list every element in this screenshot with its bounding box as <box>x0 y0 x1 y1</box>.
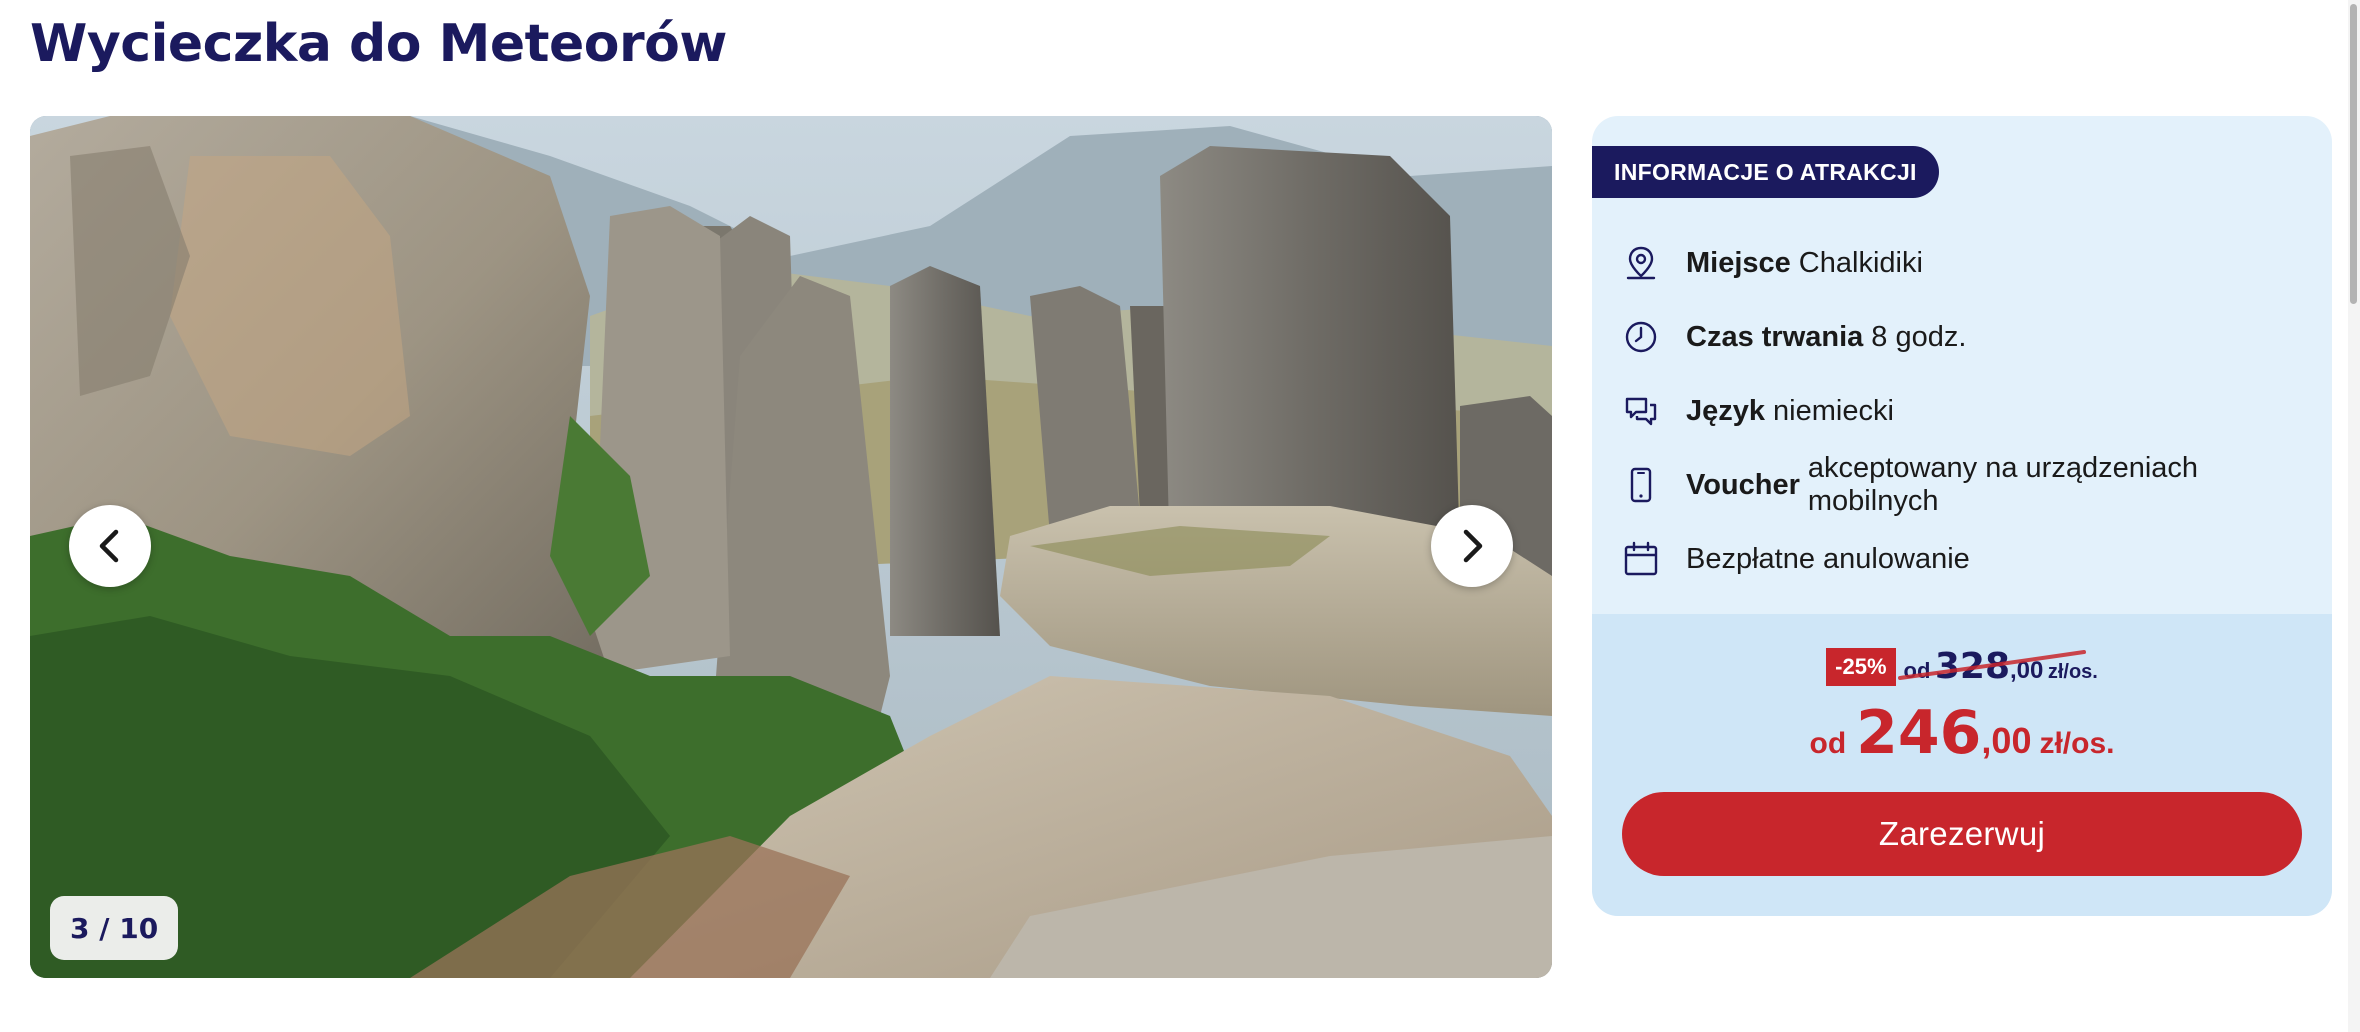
old-price: od 328,00 zł/os. <box>1897 646 2098 687</box>
info-label: Miejsce <box>1686 246 1791 279</box>
info-row-duration: Czas trwania 8 godz. <box>1622 300 2322 374</box>
photo-gallery[interactable]: 3 / 10 <box>30 116 1552 978</box>
clock-icon <box>1622 318 1660 356</box>
calendar-icon <box>1622 540 1660 578</box>
info-list: Miejsce Chalkidiki Czas trwania 8 godz. … <box>1622 226 2322 596</box>
mobile-phone-icon <box>1622 466 1660 504</box>
old-price-prefix: od <box>1903 658 1931 683</box>
info-row-place: Miejsce Chalkidiki <box>1622 226 2322 300</box>
info-row-language: Język niemiecki <box>1622 374 2322 448</box>
price-decimal: ,00 <box>1981 720 2032 761</box>
info-row-cancellation: Bezpłatne anulowanie <box>1622 522 2322 596</box>
discount-badge: -25% <box>1826 647 1896 686</box>
price-prefix: od <box>1809 727 1847 760</box>
attraction-info-panel: INFORMACJE O ATRAKCJI Miejsce Chalkidiki… <box>1592 116 2332 916</box>
current-price: od 246,00 zł/os. <box>1592 698 2332 768</box>
old-price-decimal: ,00 <box>2010 657 2044 684</box>
price-unit: zł/os. <box>2039 727 2115 760</box>
old-price-unit: zł/os. <box>2047 661 2098 683</box>
info-value: Chalkidiki <box>1798 246 1923 279</box>
info-value: Bezpłatne anulowanie <box>1686 542 1970 575</box>
info-label: Czas trwania <box>1686 320 1864 353</box>
gallery-counter: 3 / 10 <box>50 896 179 960</box>
info-value: niemiecki <box>1773 394 1894 427</box>
chevron-left-icon <box>99 529 119 563</box>
price-section: -25% od 328,00 zł/os. od 246,00 zł/os. Z… <box>1592 614 2332 916</box>
location-pin-icon <box>1622 244 1660 282</box>
info-row-voucher: Voucher akceptowany na urządzeniach mobi… <box>1622 448 2322 522</box>
gallery-prev-button[interactable] <box>69 505 151 587</box>
chevron-right-icon <box>1463 529 1483 563</box>
page: Wycieczka do Meteorów 3 / 10 INFORMACJE … <box>0 0 2360 1032</box>
book-button[interactable]: Zarezerwuj <box>1622 792 2302 876</box>
info-label: Język <box>1686 394 1766 427</box>
chat-bubbles-icon <box>1622 392 1660 430</box>
old-price-row: -25% od 328,00 zł/os. <box>1592 646 2332 687</box>
scrollbar-thumb[interactable] <box>2350 4 2357 304</box>
price-integer: 246 <box>1856 698 1982 768</box>
info-label: Voucher <box>1686 468 1800 501</box>
info-badge: INFORMACJE O ATRAKCJI <box>1592 146 1939 198</box>
gallery-next-button[interactable] <box>1431 505 1513 587</box>
page-scrollbar[interactable] <box>2348 0 2360 1032</box>
page-title: Wycieczka do Meteorów <box>30 14 727 74</box>
old-price-integer: 328 <box>1934 646 2010 687</box>
info-value: akceptowany na urządzeniach mobilnych <box>1807 452 2199 517</box>
info-value: 8 godz. <box>1871 320 1967 353</box>
gallery-image <box>30 116 1552 978</box>
